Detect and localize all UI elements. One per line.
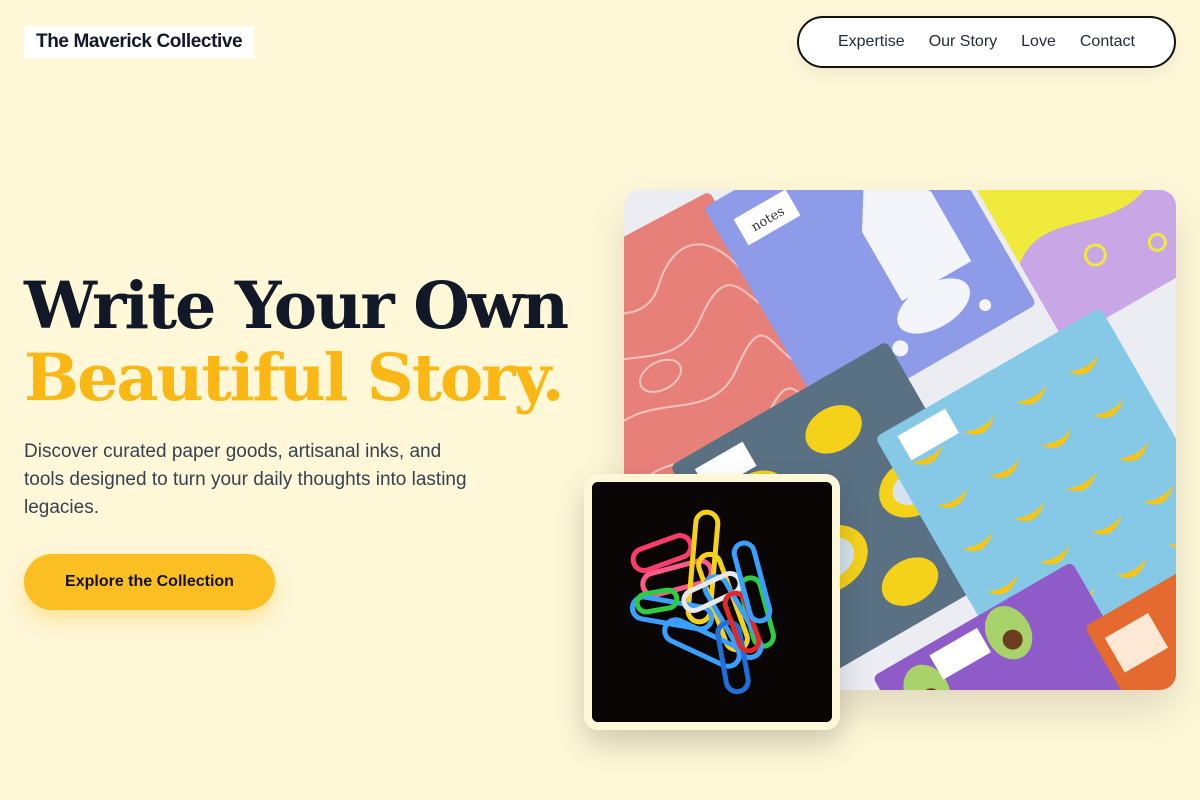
explore-collection-button[interactable]: Explore the Collection [24,554,275,610]
main-nav: Expertise Our Story Love Contact [797,16,1176,68]
paperclips-image [592,482,832,722]
brand-logo[interactable]: The Maverick Collective [24,26,255,58]
nav-link-expertise[interactable]: Expertise [838,33,905,51]
nav-link-our-story[interactable]: Our Story [929,33,997,51]
nav-link-contact[interactable]: Contact [1080,33,1135,51]
nav-link-love[interactable]: Love [1021,33,1056,51]
hero-description: Discover curated paper goods, artisanal … [24,441,467,518]
hero-title-line1: Write Your Own [24,268,569,344]
hero-title-line2: Beautiful Story. [24,340,564,416]
brand-name: The Maverick Collective [36,31,243,52]
paperclips-illustration [592,482,832,722]
paperclips-image-card [584,474,840,730]
hero-title: Write Your Own Beautiful Story. [24,268,569,416]
